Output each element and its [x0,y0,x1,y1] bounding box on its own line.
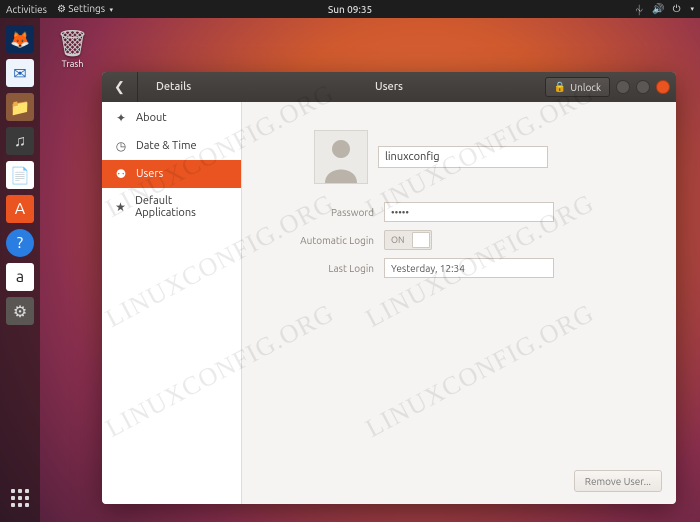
toggle-knob [412,232,430,248]
dock-help[interactable]: ? [5,228,35,258]
sidebar-item-default-applications[interactable]: ★ Default Applications [102,188,241,226]
dock-writer[interactable]: 📄 [5,160,35,190]
dock-settings[interactable]: ⚙ [5,296,35,326]
dock-thunderbird[interactable]: ✉ [5,58,35,88]
clock[interactable]: Sun 09:35 [328,4,372,15]
maximize-button[interactable] [636,80,650,94]
network-icon[interactable]: ⏆ [634,2,644,17]
last-login-value: Yesterday, 12:34 [384,258,554,278]
dock-files[interactable]: 📁 [5,92,35,122]
sidebar-item-label: Default Applications [135,195,229,219]
window-title: Users [375,81,403,93]
chevron-down-icon: ▾ [109,6,113,14]
date-time-icon: ◷ [114,139,128,153]
sidebar-item-about[interactable]: ✦ About [102,104,241,132]
person-icon [321,135,361,183]
chevron-down-icon: ▾ [690,5,694,13]
top-panel: Activities ⚙ Settings ▾ Sun 09:35 ⏆ 🔊 ⏻ … [0,0,700,18]
sidebar-item-date-time[interactable]: ◷ Date & Time [102,132,241,160]
back-button[interactable]: ❮ [102,72,138,102]
dock-software[interactable]: A [5,194,35,224]
sidebar-item-label: Users [136,168,163,180]
trash-label: Trash [56,59,89,69]
users-icon: ⚉ [114,167,128,181]
about-icon: ✦ [114,111,128,125]
minimize-button[interactable] [616,80,630,94]
toggle-on-label: ON [385,235,404,245]
remove-user-button[interactable]: Remove User... [574,470,662,492]
sidebar: ✦ About ◷ Date & Time ⚉ Users ★ Default Applica… [102,102,242,504]
app-menu-label: Settings [68,3,105,14]
lock-icon: 🔒 [554,81,566,93]
last-login-label: Last Login [284,263,374,274]
titlebar[interactable]: ❮ Details Users 🔒 Unlock [102,72,676,102]
content-pane: Password ••••• Automatic Login ON Last L… [242,102,676,504]
volume-icon[interactable]: 🔊 [652,3,664,15]
section-title: Details [138,81,268,93]
power-icon[interactable]: ⏻ [673,3,681,15]
show-applications-button[interactable] [6,484,34,512]
gear-icon: ⚙ [57,3,66,14]
username-field[interactable] [378,146,548,168]
dock-rhythmbox[interactable]: ♫ [5,126,35,156]
trash-icon: 🗑 [56,28,89,59]
auto-login-toggle[interactable]: ON [384,230,432,250]
close-button[interactable] [656,80,670,94]
desktop-trash[interactable]: 🗑 Trash [56,28,89,69]
default-applications-icon: ★ [114,200,127,214]
settings-window: ❮ Details Users 🔒 Unlock ✦ About ◷ Date & T… [102,72,676,504]
dock-amazon[interactable]: a [5,262,35,292]
password-field[interactable]: ••••• [384,202,554,222]
dock: 🦊 ✉ 📁 ♫ 📄 A ? a ⚙ [0,18,40,522]
auto-login-label: Automatic Login [284,235,374,246]
dock-firefox[interactable]: 🦊 [5,24,35,54]
activities-button[interactable]: Activities [6,4,47,15]
sidebar-item-label: Date & Time [136,140,197,152]
app-menu[interactable]: ⚙ Settings ▾ [57,3,113,15]
unlock-label: Unlock [570,82,601,93]
unlock-button[interactable]: 🔒 Unlock [545,77,610,97]
avatar[interactable] [314,130,368,184]
sidebar-item-users[interactable]: ⚉ Users [102,160,241,188]
password-label: Password [284,207,374,218]
sidebar-item-label: About [136,112,167,124]
